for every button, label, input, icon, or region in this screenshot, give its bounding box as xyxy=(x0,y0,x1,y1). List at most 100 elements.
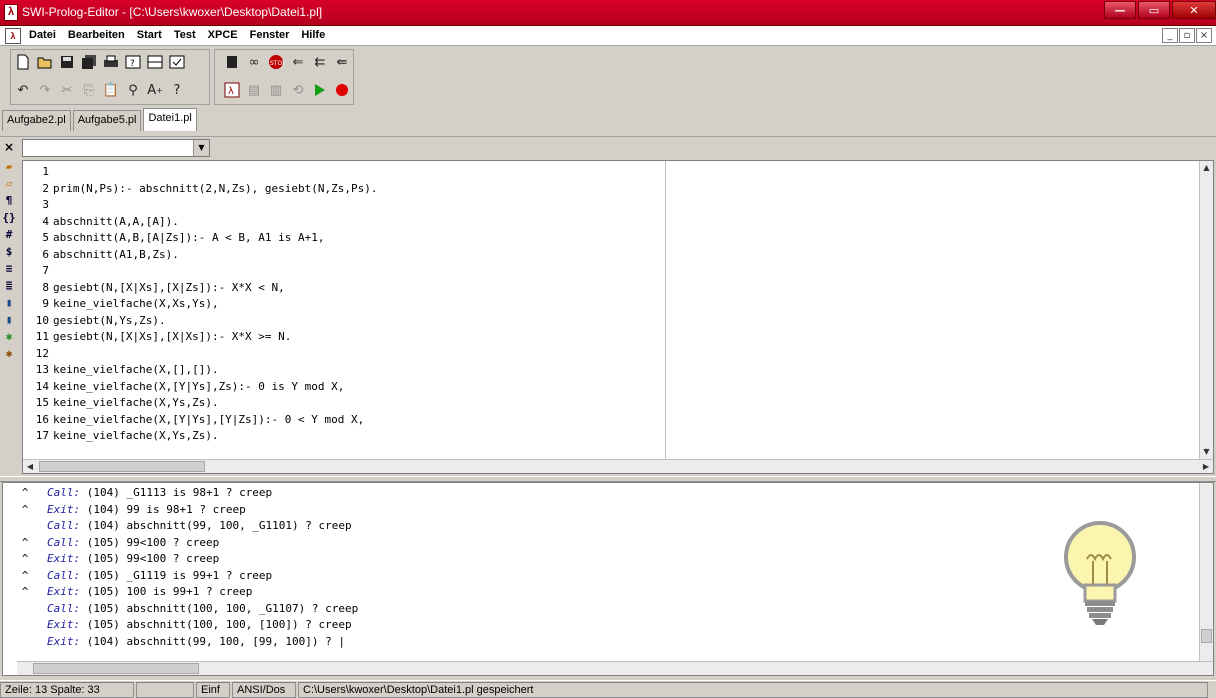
scroll-left-arrow-icon[interactable]: ◀ xyxy=(23,460,37,473)
predicate-combobox[interactable]: ▼ xyxy=(22,139,210,157)
trace-caret: ^ xyxy=(21,585,29,598)
code-text: keine_vielfache(X,Xs,Ys), xyxy=(53,297,219,310)
trace-port: Call: xyxy=(47,568,81,582)
editor-vertical-scrollbar[interactable]: ▲ ▼ xyxy=(1199,161,1213,459)
undo-icon[interactable]: ↶ xyxy=(13,80,33,100)
code-line: 17 keine_vielfache(X,Ys,Zs). xyxy=(23,428,663,445)
copy-icon[interactable]: ⎘ xyxy=(79,80,99,100)
console-hscroll-thumb[interactable] xyxy=(33,663,199,674)
open-folder-icon[interactable] xyxy=(35,52,55,72)
menu-bearbeiten[interactable]: Bearbeiten xyxy=(63,29,132,41)
trace-line: Call: (104) abschnitt(99, 100, _G1101) ?… xyxy=(3,518,358,535)
loop-icon[interactable]: ⟲ xyxy=(288,80,308,100)
redo-icon[interactable]: ↷ xyxy=(35,80,55,100)
code-line: 15 keine_vielfache(X,Ys,Zs). xyxy=(23,395,663,412)
prolog-icon[interactable]: λ xyxy=(222,80,242,100)
code-editor[interactable]: 1 2 prim(N,Ps):- abschnitt(2,N,Zs), gesieb… xyxy=(22,160,1214,474)
console-vertical-scrollbar[interactable] xyxy=(1199,483,1213,661)
save-all-icon[interactable] xyxy=(79,52,99,72)
encoding: ANSI/Dos xyxy=(232,682,296,698)
tab-aufgabe2[interactable]: Aufgabe2.pl xyxy=(2,110,71,131)
step-into-icon[interactable]: ⇐ xyxy=(288,52,308,72)
close-editor-icon[interactable]: × xyxy=(4,140,14,154)
code-text: keine_vielfache(X,Ys,Zs). xyxy=(53,429,219,442)
editor-horizontal-scrollbar[interactable]: ◀ ▶ xyxy=(23,459,1213,473)
close-button[interactable]: ✕ xyxy=(1172,1,1216,19)
right-margin-line xyxy=(665,161,666,459)
scroll-up-arrow-icon[interactable]: ▲ xyxy=(1200,161,1213,175)
code-text: abschnitt(A,B,[A|Zs]):- A < B, A1 is A+1… xyxy=(53,231,325,244)
bug-icon[interactable]: ✱ xyxy=(0,328,18,345)
prolog-console[interactable]: ^ Call: (104) _G1113 is 98+1 ? creep ^ Exit… xyxy=(2,482,1214,676)
maximize-button[interactable]: ▭ xyxy=(1138,1,1170,19)
scroll-down-arrow-icon[interactable]: ▼ xyxy=(1200,445,1213,459)
braces-icon[interactable]: {} xyxy=(0,209,18,226)
menu-hilfe[interactable]: Hilfe xyxy=(296,29,332,41)
cut-icon[interactable]: ✂ xyxy=(57,80,77,100)
consult-icon[interactable] xyxy=(222,52,242,72)
tab-datei1[interactable]: Datei1.pl xyxy=(143,108,197,131)
documents-icon[interactable]: ▥ xyxy=(266,80,286,100)
menu-xpce[interactable]: XPCE xyxy=(203,29,245,41)
trace-line: Exit: (105) abschnitt(100, 100, [100]) ?… xyxy=(3,617,358,634)
trace-line: ^ Exit: (105) 100 is 99+1 ? creep xyxy=(3,584,358,601)
trace-caret xyxy=(3,634,47,651)
help-file-icon[interactable]: ? xyxy=(123,52,143,72)
code-line: 13 keine_vielfache(X,[],[]). xyxy=(23,362,663,379)
mdi-restore-button[interactable]: ▫ xyxy=(1179,28,1195,43)
scroll-thumb[interactable] xyxy=(39,461,205,472)
trace-port: Exit: xyxy=(47,502,81,516)
menu-test[interactable]: Test xyxy=(169,29,203,41)
lightbulb-icon[interactable] xyxy=(1063,517,1137,627)
line-number: 17 xyxy=(35,429,49,442)
mdi-minimize-button[interactable]: _ xyxy=(1162,28,1178,43)
minimize-button[interactable]: — xyxy=(1104,1,1136,19)
window-split-icon[interactable] xyxy=(145,52,165,72)
spy-icon[interactable]: ∞ xyxy=(244,52,264,72)
code-text: keine_vielfache(X,[],[]). xyxy=(53,363,219,376)
line-number: 13 xyxy=(35,363,49,376)
mdi-close-button[interactable]: × xyxy=(1196,28,1212,43)
find-icon[interactable]: ⚲ xyxy=(123,80,143,100)
trace-line: ^ Exit: (105) 99<100 ? creep xyxy=(3,551,358,568)
record-stop-icon[interactable] xyxy=(332,80,352,100)
bookmark-icon[interactable]: ▮ xyxy=(0,311,18,328)
hash-icon[interactable]: # xyxy=(0,226,18,243)
font-size-icon[interactable]: A + xyxy=(145,80,165,100)
run-icon[interactable] xyxy=(310,80,330,100)
trace-port: Exit: xyxy=(47,585,81,598)
new-file-icon[interactable] xyxy=(13,52,33,72)
stop-icon[interactable]: STOP xyxy=(266,52,286,72)
pilcrow-icon[interactable]: ¶ xyxy=(0,192,18,209)
menu-datei[interactable]: Datei xyxy=(24,29,63,41)
save-icon[interactable] xyxy=(57,52,77,72)
line-number: 2 xyxy=(42,181,49,195)
paste-icon[interactable]: 📋 xyxy=(101,80,121,100)
code-text: gesiebt(N,[X|Xs],[X|Zs]):- X*X < N, xyxy=(53,280,285,294)
debug-icon[interactable]: ✱ xyxy=(0,345,18,362)
code-line: 7 xyxy=(23,263,663,280)
console-horizontal-scrollbar[interactable] xyxy=(17,661,1213,675)
document-icon[interactable]: λ xyxy=(5,28,21,44)
trace-text: (104) 99 is 98+1 ? creep xyxy=(80,502,246,516)
svg-text:λ: λ xyxy=(228,86,234,97)
print-icon[interactable] xyxy=(101,52,121,72)
checklist-icon[interactable] xyxy=(167,52,187,72)
open-icon[interactable]: ▱ xyxy=(0,175,18,192)
status-message: C:\Users\kwoxer\Desktop\Datei1.pl gespei… xyxy=(298,682,1208,698)
scroll-right-arrow-icon[interactable]: ▶ xyxy=(1199,460,1213,473)
book-icon[interactable]: ▮ xyxy=(0,294,18,311)
chevron-down-icon[interactable]: ▼ xyxy=(193,140,209,156)
help-icon[interactable]: ? xyxy=(167,80,187,100)
indent-icon[interactable]: ≡ xyxy=(0,260,18,277)
console-scroll-thumb[interactable] xyxy=(1201,629,1212,643)
step-out-icon[interactable]: ⇚ xyxy=(332,52,352,72)
document-list-icon[interactable]: ▤ xyxy=(244,80,264,100)
menu-fenster[interactable]: Fenster xyxy=(245,29,297,41)
menu-start[interactable]: Start xyxy=(132,29,169,41)
dollar-icon[interactable]: $ xyxy=(0,243,18,260)
outdent-icon[interactable]: ≣ xyxy=(0,277,18,294)
tab-aufgabe5[interactable]: Aufgabe5.pl xyxy=(72,110,142,131)
folder-icon[interactable]: ▰ xyxy=(0,158,18,175)
step-over-icon[interactable]: ⇇ xyxy=(310,52,330,72)
